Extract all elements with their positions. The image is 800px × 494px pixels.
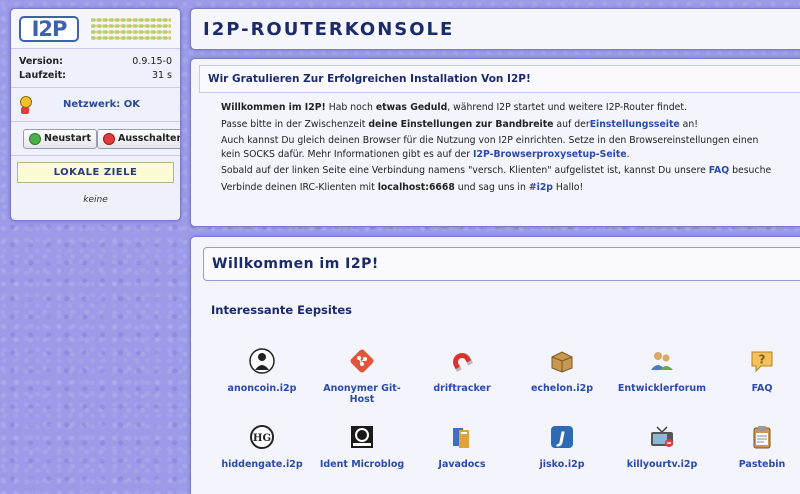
welcome-text: kein SOCKS dafür. Mehr Informationen gib… xyxy=(221,148,474,160)
eepsite-tile[interactable]: J jisko.i2p xyxy=(513,423,611,494)
eepsite-tile[interactable]: driftracker xyxy=(413,347,511,419)
welcome-text: und sag uns in xyxy=(454,181,529,193)
restart-label: Neustart xyxy=(44,133,91,144)
eepsite-tile[interactable]: Pastebin xyxy=(713,423,800,494)
welcome-line-5: Verbinde deinen IRC-Klienten mit localho… xyxy=(221,181,800,195)
version-value: 0.9.15-0 xyxy=(132,56,172,67)
welcome-text: Sobald auf der linken Seite eine Verbind… xyxy=(221,165,709,176)
shutdown-icon xyxy=(103,132,115,145)
network-status-row: Netzwerk: OK xyxy=(11,88,180,122)
welcome-line-3: Auch kannst Du gleich deinen Browser für… xyxy=(221,134,800,161)
eepsite-tile[interactable]: Javadocs xyxy=(413,423,511,494)
eepsite-label: Ident Microblog xyxy=(319,459,405,470)
welcome-body: Willkommen im I2P! Hab noch etwas Geduld… xyxy=(191,93,800,194)
eepsite-tile[interactable]: Entwicklerforum xyxy=(613,347,711,419)
jisko-icon: J xyxy=(548,423,576,451)
welcome-text: besuche xyxy=(729,165,772,176)
eepsite-tile[interactable]: killyourtv.i2p xyxy=(613,423,711,494)
anoncoin-icon xyxy=(248,347,276,375)
local-destinations-header[interactable]: LOKALE ZIELE xyxy=(17,162,174,183)
config-page-link[interactable]: Einstellungsseite xyxy=(590,119,680,130)
shutdown-button[interactable]: Ausschalten xyxy=(97,128,181,149)
welcome-line-2: Passe bitte in der Zwischenzeit deine Ei… xyxy=(221,118,800,132)
restart-icon xyxy=(29,132,41,145)
welcome-text: an! xyxy=(679,118,698,130)
welcome-text: Verbinde deinen IRC-Klienten mit xyxy=(221,181,378,193)
git-icon xyxy=(348,347,376,375)
eepsite-label: Entwicklerforum xyxy=(617,383,707,394)
ident-icon xyxy=(348,423,376,451)
i2p-logo[interactable]: I2P xyxy=(19,15,79,42)
eepsite-tile[interactable]: Anonymer Git-Host xyxy=(313,347,411,419)
welcome-text: . xyxy=(626,148,630,160)
welcome-panel: Wir Gratulieren Zur Erfolgreichen Instal… xyxy=(190,58,800,227)
restart-button[interactable]: Neustart xyxy=(23,128,97,149)
svg-text:HG: HG xyxy=(253,433,271,444)
main-heading: Willkommen im I2P! xyxy=(203,247,800,281)
eepsite-label: driftracker xyxy=(433,383,491,394)
clipboard-icon xyxy=(748,423,776,451)
svg-text:?: ? xyxy=(759,353,766,367)
local-destinations-value: keine xyxy=(83,195,108,205)
irc-host-text: localhost:6668 xyxy=(377,181,455,193)
sidebar: I2P Version: 0.9.15-0 Laufzeit: 31 s Net… xyxy=(10,8,181,221)
box-icon xyxy=(548,347,576,375)
logo-dots-decoration xyxy=(91,16,171,41)
eepsite-tile[interactable]: HG hiddengate.i2p xyxy=(213,423,311,494)
welcome-text: Hallo! xyxy=(552,181,584,193)
main-panel: Willkommen im I2P! Interessante Eepsites… xyxy=(190,236,800,494)
uptime-label: Laufzeit: xyxy=(19,70,66,81)
welcome-text: auf der xyxy=(553,118,590,130)
eepsite-label: hiddengate.i2p xyxy=(221,459,303,470)
eepsite-label: echelon.i2p xyxy=(530,383,594,394)
eepsite-label: anoncoin.i2p xyxy=(227,383,297,394)
router-controls: Neustart Ausschalten xyxy=(11,122,180,156)
welcome-line-1: Willkommen im I2P! Hab noch etwas Geduld… xyxy=(221,101,800,115)
hiddengate-icon: HG xyxy=(248,423,276,451)
eepsite-label: Pastebin xyxy=(738,459,786,470)
eepsites-grid: anoncoin.i2p Anonymer Git-Host driftrack… xyxy=(213,347,800,494)
magnet-icon xyxy=(448,347,476,375)
eepsite-label: Anonymer Git-Host xyxy=(323,383,401,405)
welcome-bold-text: Willkommen im I2P! xyxy=(221,102,326,113)
welcome-line-4: Sobald auf der linken Seite eine Verbind… xyxy=(221,164,800,178)
page-title: I2P-ROUTERKONSOLE xyxy=(203,18,455,40)
bandwidth-text: deine Einstellungen zur Bandbreite xyxy=(368,118,554,130)
help-icon: ? xyxy=(748,347,776,375)
welcome-text: Hab noch xyxy=(325,102,376,113)
eepsite-label: Javadocs xyxy=(438,459,486,470)
faq-link[interactable]: FAQ xyxy=(709,165,729,176)
eepsite-label: jisko.i2p xyxy=(539,459,585,470)
eepsite-tile[interactable]: echelon.i2p xyxy=(513,347,611,419)
eepsite-label: killyourtv.i2p xyxy=(626,459,698,470)
uptime-value: 31 s xyxy=(151,70,172,81)
welcome-text: Auch kannst Du gleich deinen Browser für… xyxy=(221,135,759,146)
patience-text: etwas Geduld xyxy=(375,102,448,113)
welcome-text: , während I2P startet und weitere I2P-Ro… xyxy=(447,102,687,113)
eepsite-tile[interactable]: Ident Microblog xyxy=(313,423,411,494)
version-label: Version: xyxy=(19,56,63,67)
network-status[interactable]: Netzwerk: OK xyxy=(31,99,172,110)
irc-channel-link[interactable]: #i2p xyxy=(529,182,553,193)
page-header: I2P-ROUTERKONSOLE xyxy=(190,8,800,50)
welcome-text: Passe bitte in der Zwischenzeit xyxy=(221,118,369,130)
network-status-icon xyxy=(19,95,32,114)
shutdown-label: Ausschalten xyxy=(118,133,181,144)
welcome-heading: Wir Gratulieren Zur Erfolgreichen Instal… xyxy=(199,65,800,93)
eepsites-title: Interessante Eepsites xyxy=(211,303,352,317)
tv-icon xyxy=(648,423,676,451)
logo-row: I2P xyxy=(11,9,180,49)
browser-proxy-setup-link[interactable]: I2P-Browserproxysetup-Seite xyxy=(473,149,627,160)
eepsite-label: FAQ xyxy=(751,383,773,394)
router-info: Version: 0.9.15-0 Laufzeit: 31 s xyxy=(11,49,180,88)
eepsite-tile[interactable]: ? FAQ xyxy=(713,347,800,419)
users-icon xyxy=(648,347,676,375)
books-icon xyxy=(448,423,476,451)
eepsite-tile[interactable]: anoncoin.i2p xyxy=(213,347,311,419)
